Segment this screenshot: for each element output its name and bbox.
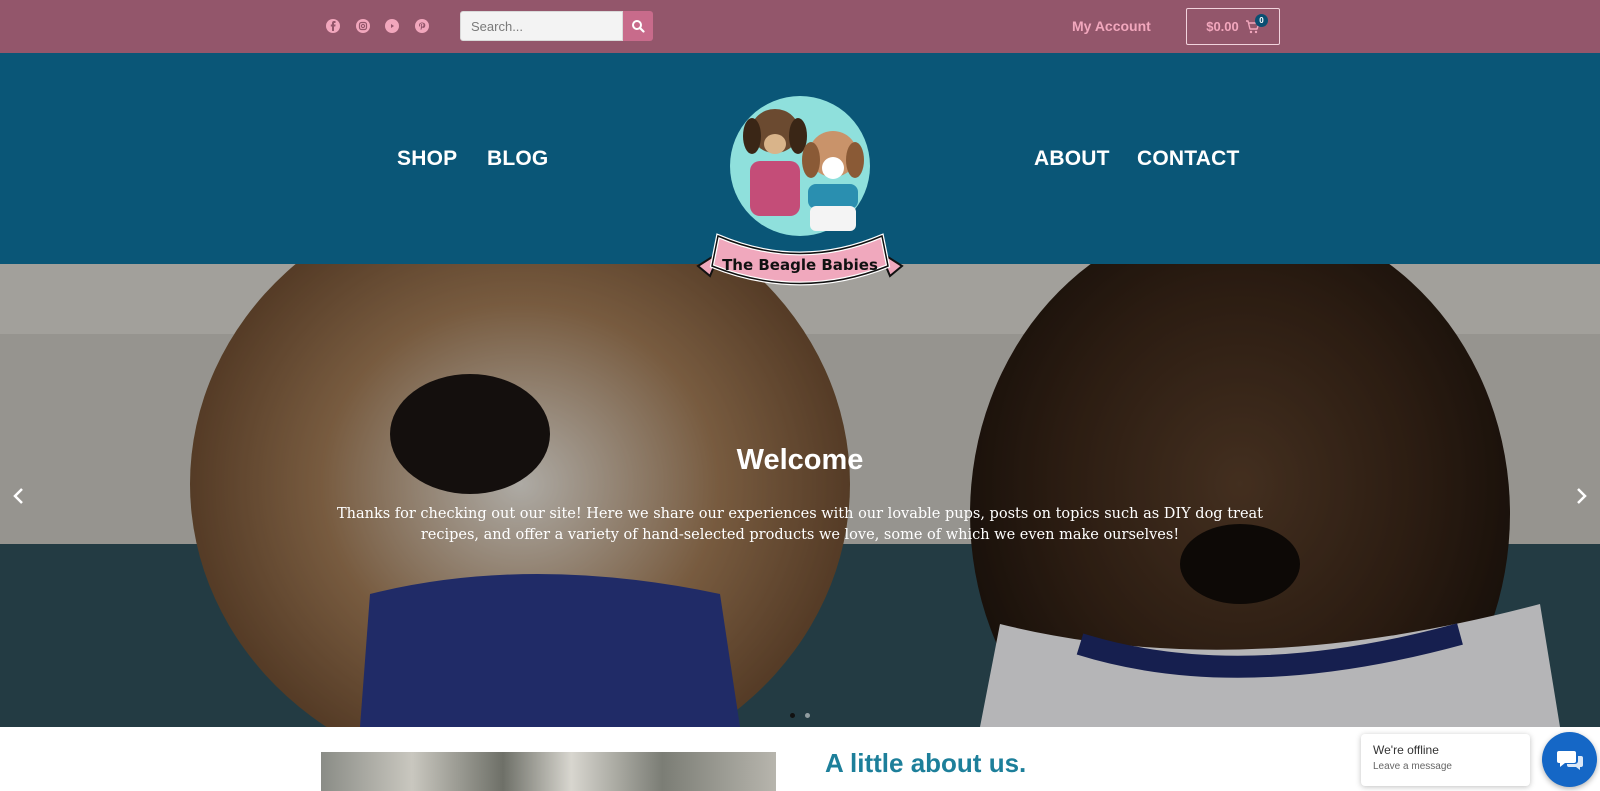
top-bar: My Account $0.00 0 — [0, 0, 1600, 53]
slider-next-button[interactable] — [1571, 486, 1591, 506]
cart-total: $0.00 — [1206, 19, 1239, 34]
search-icon — [632, 20, 645, 33]
slider-dot-1[interactable] — [790, 713, 795, 718]
cart-count-badge: 0 — [1255, 14, 1268, 27]
nav-shop[interactable]: SHOP — [397, 147, 457, 171]
slider-pagination — [790, 713, 810, 718]
nav-contact[interactable]: CONTACT — [1137, 147, 1240, 171]
chevron-left-icon — [13, 488, 23, 504]
cart-button[interactable]: $0.00 0 — [1186, 8, 1280, 45]
slider-dot-2[interactable] — [805, 713, 810, 718]
nav-blog[interactable]: BLOG — [487, 147, 548, 171]
hero-overlay — [0, 264, 1600, 727]
logo-text: The Beagle Babies — [722, 256, 878, 274]
chat-launcher-button[interactable] — [1542, 732, 1597, 787]
hero-description: Thanks for checking out our site! Here w… — [336, 506, 1264, 543]
nav-about[interactable]: ABOUT — [1034, 147, 1110, 171]
youtube-icon[interactable] — [385, 19, 399, 33]
search-button[interactable] — [623, 11, 653, 41]
hero-slider: Welcome Thanks for checking out our site… — [0, 264, 1600, 727]
chevron-right-icon — [1577, 488, 1587, 504]
slider-prev-button[interactable] — [9, 486, 29, 506]
chat-action: Leave a message — [1373, 761, 1452, 772]
instagram-icon[interactable] — [356, 19, 370, 33]
hero-title: Welcome — [736, 444, 864, 476]
chat-status: We're offline — [1373, 743, 1439, 757]
about-image — [321, 752, 776, 791]
site-logo[interactable]: The Beagle Babies — [690, 76, 910, 301]
about-heading: A little about us. — [825, 748, 1027, 778]
facebook-icon[interactable] — [326, 19, 340, 33]
pinterest-icon[interactable] — [415, 19, 429, 33]
search-input[interactable] — [460, 11, 623, 41]
chat-offline-bubble[interactable]: We're offline Leave a message — [1361, 734, 1530, 786]
chat-icon — [1556, 750, 1583, 770]
my-account-link[interactable]: My Account — [1072, 18, 1151, 34]
